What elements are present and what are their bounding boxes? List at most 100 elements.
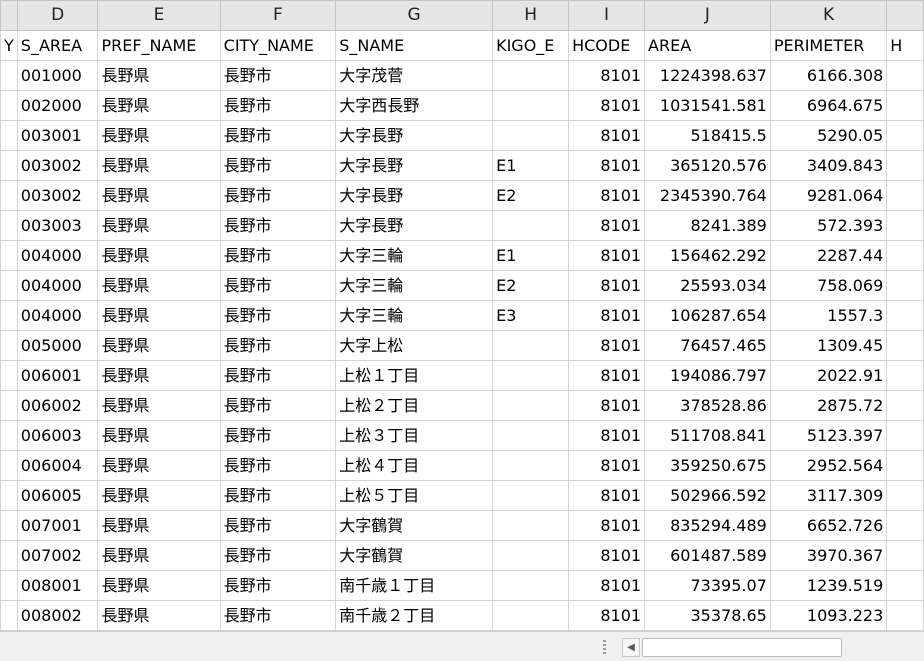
cell[interactable]: 004000 — [16, 270, 99, 301]
cell[interactable] — [886, 120, 924, 151]
cell[interactable]: 758.069 — [769, 270, 888, 301]
cell[interactable]: 大字西長野 — [335, 90, 494, 121]
cell[interactable]: 長野市 — [219, 570, 337, 601]
cell[interactable]: 長野県 — [97, 210, 221, 241]
field-header-cell[interactable]: PERIMETER — [769, 30, 888, 61]
cell[interactable]: 長野市 — [219, 450, 337, 481]
cell[interactable] — [886, 150, 924, 181]
cell[interactable]: 8101 — [568, 510, 646, 541]
cell[interactable]: 003002 — [16, 180, 99, 211]
cell[interactable] — [0, 420, 18, 451]
column-header[interactable] — [0, 0, 18, 31]
cell[interactable]: 194086.797 — [644, 360, 771, 391]
cell[interactable]: 長野市 — [219, 210, 337, 241]
cell[interactable]: 大字長野 — [335, 180, 494, 211]
cell[interactable] — [492, 600, 570, 631]
cell[interactable]: 003001 — [16, 120, 99, 151]
cell[interactable] — [492, 360, 570, 391]
cell[interactable]: 長野県 — [97, 540, 221, 571]
cell[interactable]: 長野市 — [219, 60, 337, 91]
cell[interactable] — [886, 480, 924, 511]
cell[interactable] — [492, 570, 570, 601]
cell[interactable] — [0, 120, 18, 151]
cell[interactable]: 長野県 — [97, 570, 221, 601]
cell[interactable] — [0, 180, 18, 211]
cell[interactable]: 2875.72 — [769, 390, 888, 421]
cell[interactable] — [886, 330, 924, 361]
scroll-thumb[interactable] — [642, 638, 842, 657]
field-header-cell[interactable]: S_AREA — [16, 30, 99, 61]
cell[interactable]: 大字三輪 — [335, 300, 494, 331]
cell[interactable] — [492, 210, 570, 241]
cell[interactable] — [0, 60, 18, 91]
cell[interactable] — [0, 600, 18, 631]
cell[interactable]: 004000 — [16, 300, 99, 331]
cell[interactable]: 3117.309 — [769, 480, 888, 511]
cell[interactable]: 長野市 — [219, 540, 337, 571]
cell[interactable] — [0, 150, 18, 181]
cell[interactable]: 365120.576 — [644, 150, 771, 181]
cell[interactable] — [886, 180, 924, 211]
cell[interactable]: 6652.726 — [769, 510, 888, 541]
cell[interactable] — [492, 120, 570, 151]
cell[interactable] — [492, 90, 570, 121]
cell[interactable]: 005000 — [16, 330, 99, 361]
cell[interactable]: 長野市 — [219, 420, 337, 451]
cell[interactable]: 8101 — [568, 270, 646, 301]
cell[interactable]: 南千歳１丁目 — [335, 570, 494, 601]
cell[interactable]: 9281.064 — [769, 180, 888, 211]
cell[interactable]: E3 — [492, 300, 570, 331]
cell[interactable]: 長野県 — [97, 270, 221, 301]
cell[interactable]: E1 — [492, 150, 570, 181]
cell[interactable]: 長野市 — [219, 270, 337, 301]
cell[interactable] — [886, 420, 924, 451]
cell[interactable]: 008002 — [16, 600, 99, 631]
cell[interactable]: 518415.5 — [644, 120, 771, 151]
cell[interactable]: 上松３丁目 — [335, 420, 494, 451]
cell[interactable] — [886, 270, 924, 301]
cell[interactable] — [886, 60, 924, 91]
cell[interactable] — [0, 480, 18, 511]
cell[interactable]: 長野市 — [219, 120, 337, 151]
cell[interactable]: 長野県 — [97, 600, 221, 631]
cell[interactable]: 8101 — [568, 360, 646, 391]
cell[interactable]: E1 — [492, 240, 570, 271]
scroll-left-button[interactable]: ◀ — [622, 638, 640, 657]
column-header[interactable]: G — [335, 0, 494, 31]
cell[interactable]: 上松５丁目 — [335, 480, 494, 511]
cell[interactable]: 006002 — [16, 390, 99, 421]
cell[interactable]: 長野県 — [97, 450, 221, 481]
cell[interactable] — [0, 330, 18, 361]
cell[interactable]: 長野県 — [97, 180, 221, 211]
split-grip-icon[interactable] — [603, 640, 606, 654]
cell[interactable]: 007001 — [16, 510, 99, 541]
cell[interactable]: 長野県 — [97, 90, 221, 121]
cell[interactable]: 大字鶴賀 — [335, 510, 494, 541]
cell[interactable]: 8101 — [568, 540, 646, 571]
cell[interactable]: 5290.05 — [769, 120, 888, 151]
cell[interactable] — [886, 90, 924, 121]
cell[interactable]: 8101 — [568, 330, 646, 361]
cell[interactable]: 5123.397 — [769, 420, 888, 451]
cell[interactable]: 35378.65 — [644, 600, 771, 631]
cell[interactable]: 長野県 — [97, 300, 221, 331]
cell[interactable]: 601487.589 — [644, 540, 771, 571]
field-header-cell[interactable]: CITY_NAME — [219, 30, 337, 61]
cell[interactable]: 長野県 — [97, 480, 221, 511]
cell[interactable]: 006001 — [16, 360, 99, 391]
cell[interactable]: 8241.389 — [644, 210, 771, 241]
cell[interactable]: 長野県 — [97, 360, 221, 391]
field-header-cell[interactable]: HCODE — [568, 30, 646, 61]
cell[interactable]: 大字三輪 — [335, 270, 494, 301]
cell[interactable] — [492, 540, 570, 571]
cell[interactable] — [492, 60, 570, 91]
cell[interactable]: 25593.034 — [644, 270, 771, 301]
cell[interactable]: 006003 — [16, 420, 99, 451]
cell[interactable]: 006004 — [16, 450, 99, 481]
cell[interactable]: 大字長野 — [335, 210, 494, 241]
cell[interactable]: 8101 — [568, 120, 646, 151]
cell[interactable]: 長野県 — [97, 120, 221, 151]
cell[interactable]: 003002 — [16, 150, 99, 181]
column-header[interactable]: F — [219, 0, 337, 31]
cell[interactable]: 8101 — [568, 390, 646, 421]
